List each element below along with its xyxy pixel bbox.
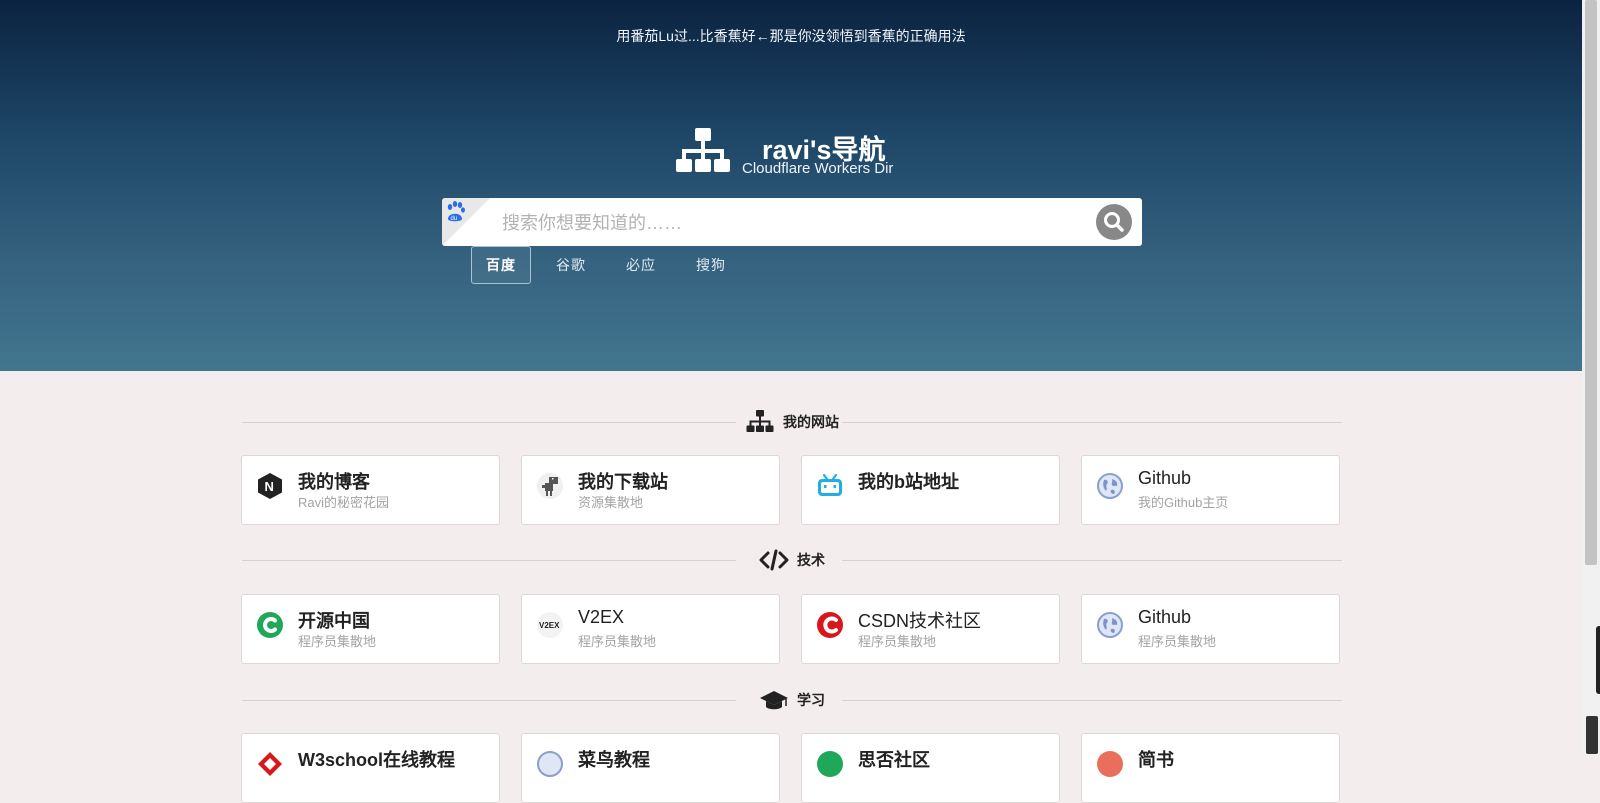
sitemap-icon — [746, 410, 774, 432]
section-header-learning: 学习 — [242, 688, 1342, 712]
divider — [842, 422, 1342, 423]
code-icon — [759, 549, 789, 571]
card-desc: 程序员集散地 — [1138, 634, 1217, 649]
hero-banner: 用番茄Lu过...比香蕉好←那是你没领悟到香蕉的正确用法 ravi's导航 Cl… — [0, 0, 1582, 371]
oschina-icon — [257, 612, 283, 638]
nginx-n-icon: N — [258, 473, 282, 499]
graduation-cap-icon — [760, 691, 788, 710]
card-blog[interactable]: N 我的博客 Ravi的秘密花园 — [241, 455, 500, 525]
card-title: CSDN技术社区 — [858, 611, 982, 631]
marquee-text[interactable]: 用番茄Lu过...比香蕉好←那是你没领悟到香蕉的正确用法 — [0, 26, 1582, 46]
scrollbar-thumb[interactable] — [1585, 0, 1597, 565]
divider — [842, 700, 1342, 701]
divider — [842, 560, 1342, 561]
card-title: 我的b站地址 — [858, 472, 959, 492]
card-csdn[interactable]: CSDN技术社区 程序员集散地 — [801, 594, 1060, 664]
globe-icon — [1097, 612, 1123, 638]
divider — [242, 700, 736, 701]
brand[interactable]: ravi's导航 Cloudflare Workers Dir — [676, 128, 936, 184]
card-github-tech[interactable]: Github 程序员集散地 — [1081, 594, 1340, 664]
divider — [242, 422, 736, 423]
card-title: W3school在线教程 — [298, 750, 456, 770]
tab-baidu[interactable]: 百度 — [471, 246, 531, 284]
divider — [242, 560, 736, 561]
card-oschina[interactable]: 开源中国 程序员集散地 — [241, 594, 500, 664]
card-segmentfault[interactable]: 思否社区 — [801, 733, 1060, 803]
search-button[interactable] — [1096, 204, 1132, 240]
bilibili-icon — [818, 473, 842, 496]
card-runoob[interactable]: 菜鸟教程 — [521, 733, 780, 803]
card-jianshu[interactable]: 简书 — [1081, 733, 1340, 803]
svg-text:V2EX: V2EX — [539, 621, 560, 630]
side-widget-small[interactable] — [1586, 716, 1598, 754]
side-widget[interactable] — [1596, 626, 1600, 694]
csdn-icon — [817, 612, 843, 638]
segmentfault-icon — [817, 751, 843, 777]
section-title: 学习 — [797, 692, 825, 708]
card-bilibili[interactable]: 我的b站地址 — [801, 455, 1060, 525]
v2ex-icon: V2EX — [537, 612, 563, 638]
dino-icon — [537, 473, 563, 499]
w3school-icon — [258, 752, 282, 776]
card-github[interactable]: Github 我的Github主页 — [1081, 455, 1340, 525]
card-title: 我的博客 — [298, 472, 370, 492]
jianshu-icon — [1097, 751, 1123, 777]
tab-google[interactable]: 谷歌 — [541, 246, 601, 284]
tab-sogou[interactable]: 搜狗 — [681, 246, 741, 284]
card-w3school[interactable]: W3school在线教程 — [241, 733, 500, 803]
card-title: 我的下载站 — [578, 472, 668, 492]
runoob-icon — [537, 751, 563, 777]
card-v2ex[interactable]: V2EX V2EX 程序员集散地 — [521, 594, 780, 664]
section-header-tech: 技术 — [242, 548, 1342, 572]
section-title: 技术 — [797, 552, 825, 568]
sitemap-icon — [676, 128, 730, 172]
card-desc: 程序员集散地 — [298, 634, 377, 649]
section-header-mysites: 我的网站 — [242, 410, 1342, 434]
card-title: 菜鸟教程 — [578, 750, 650, 770]
card-title: 简书 — [1138, 750, 1174, 770]
search-box: du — [442, 198, 1142, 246]
site-subtitle: Cloudflare Workers Dir — [742, 160, 894, 177]
baidu-paw-icon[interactable]: du — [442, 198, 490, 246]
search-input[interactable] — [500, 198, 1064, 246]
search-icon — [1104, 212, 1124, 232]
card-title: Github — [1138, 607, 1192, 627]
card-download[interactable]: 我的下载站 资源集散地 — [521, 455, 780, 525]
card-title: Github — [1138, 468, 1192, 488]
card-desc: 程序员集散地 — [578, 634, 657, 649]
card-title: 开源中国 — [298, 611, 370, 631]
card-title: V2EX — [578, 607, 625, 627]
card-desc: 资源集散地 — [578, 495, 644, 510]
globe-icon — [1097, 473, 1123, 499]
card-title: 思否社区 — [858, 750, 930, 770]
svg-text:du: du — [451, 216, 458, 222]
card-desc: 程序员集散地 — [858, 634, 937, 649]
card-desc: Ravi的秘密花园 — [298, 495, 390, 510]
section-title: 我的网站 — [783, 414, 839, 430]
tab-bing[interactable]: 必应 — [611, 246, 671, 284]
svg-text:N: N — [265, 479, 274, 494]
search-engine-tabs: 百度 谷歌 必应 搜狗 — [471, 246, 741, 284]
card-desc: 我的Github主页 — [1138, 495, 1229, 510]
